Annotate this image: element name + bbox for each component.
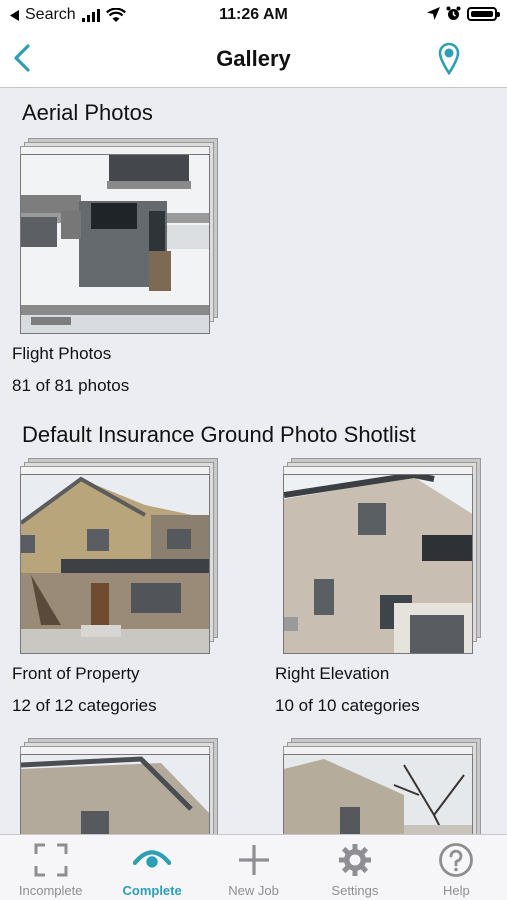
photo-stack[interactable] (12, 738, 222, 834)
photo-stack[interactable] (275, 738, 485, 834)
album-count: 12 of 12 categories (12, 696, 157, 715)
album-tile[interactable] (12, 738, 242, 834)
tab-label: Complete (122, 883, 182, 898)
location-arrow-icon (427, 7, 440, 20)
section-title-aerial: Aerial Photos (22, 100, 153, 125)
status-bar: Search 11:26 AM (0, 0, 507, 30)
album-thumbnail (283, 754, 473, 834)
photo-stack[interactable] (12, 138, 222, 334)
tab-settings[interactable]: Settings (304, 835, 405, 900)
album-name: Front of Property (12, 664, 140, 683)
question-circle-icon (437, 841, 475, 879)
album-thumbnail (20, 754, 210, 834)
battery-icon (467, 6, 500, 21)
tab-bar: Incomplete Complete New Job Settings Hel… (0, 834, 507, 900)
album-flight-photos[interactable]: Flight Photos 81 of 81 photos (12, 138, 242, 398)
tab-label: Settings (331, 883, 379, 898)
album-right-elevation[interactable]: Right Elevation 10 of 10 categories (275, 458, 505, 718)
plus-icon (235, 841, 273, 879)
alarm-clock-icon (446, 6, 461, 20)
tab-label: New Job (228, 883, 279, 898)
navigation-bar: Gallery (0, 30, 507, 88)
photo-stack[interactable] (12, 458, 222, 654)
tab-help[interactable]: Help (406, 835, 507, 900)
album-count: 10 of 10 categories (275, 696, 420, 715)
tab-new-job[interactable]: New Job (203, 835, 304, 900)
album-thumbnail (20, 154, 210, 334)
eye-icon (133, 841, 172, 879)
tab-complete[interactable]: Complete (101, 835, 202, 900)
album-tile[interactable] (275, 738, 505, 834)
gear-icon (336, 841, 374, 879)
album-thumbnail (20, 474, 210, 654)
album-name: Right Elevation (275, 664, 390, 683)
gallery-content[interactable]: Aerial Photos Flight Photos 81 of 81 pho… (0, 88, 507, 834)
tab-incomplete[interactable]: Incomplete (0, 835, 101, 900)
page-title: Gallery (216, 46, 291, 71)
map-location-button[interactable] (437, 40, 461, 76)
section-title-ground-shotlist: Default Insurance Ground Photo Shotlist (22, 422, 416, 447)
album-count: 81 of 81 photos (12, 376, 130, 395)
map-pin-icon (438, 42, 460, 76)
album-front-of-property[interactable]: Front of Property 12 of 12 categories (12, 458, 242, 718)
album-thumbnail (283, 474, 473, 654)
tab-label: Help (442, 883, 470, 898)
photo-stack[interactable] (275, 458, 485, 654)
corners-frame-icon (32, 841, 70, 879)
album-name: Flight Photos (12, 344, 112, 363)
tab-label: Incomplete (18, 883, 83, 898)
